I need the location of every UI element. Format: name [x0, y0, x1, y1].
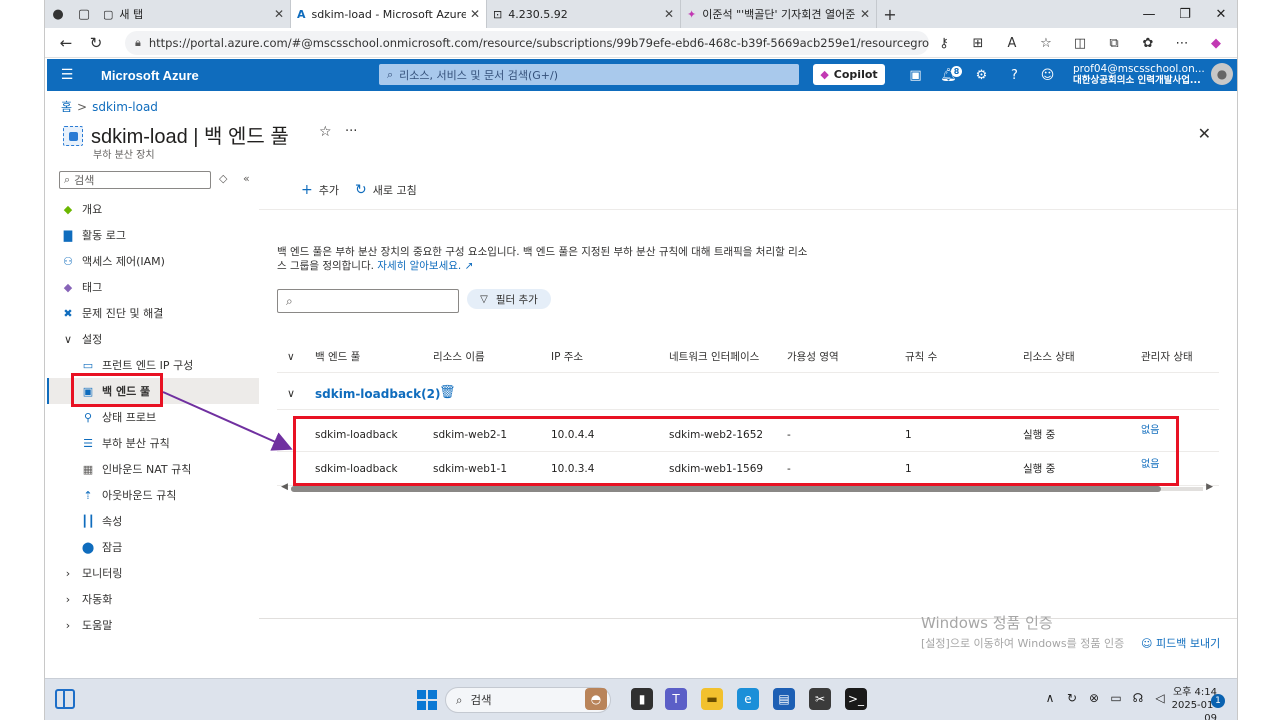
security-icon[interactable]: ⊗ — [1083, 691, 1105, 705]
display-icon[interactable]: ▭ — [1105, 691, 1127, 705]
clock[interactable]: 오후 4:14 2025-01-09 — [1167, 686, 1217, 720]
clock-time: 오후 4:14 — [1172, 687, 1217, 698]
activation-watermark-title: Windows 정품 인증 — [921, 614, 1053, 632]
widgets-icon[interactable] — [55, 689, 75, 709]
notification-badge[interactable]: 1 — [1211, 694, 1225, 708]
teams-icon[interactable]: T — [665, 688, 687, 710]
network-icon[interactable]: ☊ — [1127, 691, 1149, 705]
search-icon: ⌕ — [456, 692, 463, 707]
edge-icon[interactable]: e — [737, 688, 759, 710]
taskbar-search-label: 검색 — [470, 693, 492, 707]
chevron-up-icon[interactable]: ∧ — [1039, 691, 1061, 705]
annotation-arrow — [162, 391, 293, 451]
terminal-icon[interactable]: >_ — [845, 688, 867, 710]
task-view-icon[interactable]: ▮ — [631, 688, 653, 710]
start-button[interactable] — [417, 690, 437, 710]
feedback-link[interactable]: ☺ 피드백 보내기 — [1141, 635, 1220, 651]
file-explorer-icon[interactable]: ▬ — [701, 688, 723, 710]
divider — [259, 618, 1237, 619]
activation-watermark-text: [설정]으로 이동하여 Windows를 정품 인증 — [921, 637, 1125, 650]
browser-window: ● ▢ ▢ 새 탭 ✕ A sdkim-load - Microsoft Azu… — [44, 0, 1238, 720]
clock-date: 2025-01-09 — [1171, 700, 1217, 720]
snipping-tool-icon[interactable]: ✂ — [809, 688, 831, 710]
search-highlight-icon[interactable]: ◓ — [585, 688, 607, 710]
taskbar: ⌕ 검색 ◓ ▮ T ▬ e ▤ ✂ >_ ∧ ↻ ⊗ ▭ ☊ ◁ 오후 4:1… — [45, 678, 1237, 720]
store-icon[interactable]: ▤ — [773, 688, 795, 710]
sync-icon[interactable]: ↻ — [1061, 691, 1083, 705]
feedback-icon: ☺ — [1141, 637, 1156, 650]
feedback-label: 피드백 보내기 — [1155, 637, 1221, 650]
system-tray: ∧ ↻ ⊗ ▭ ☊ ◁ — [1039, 691, 1171, 705]
